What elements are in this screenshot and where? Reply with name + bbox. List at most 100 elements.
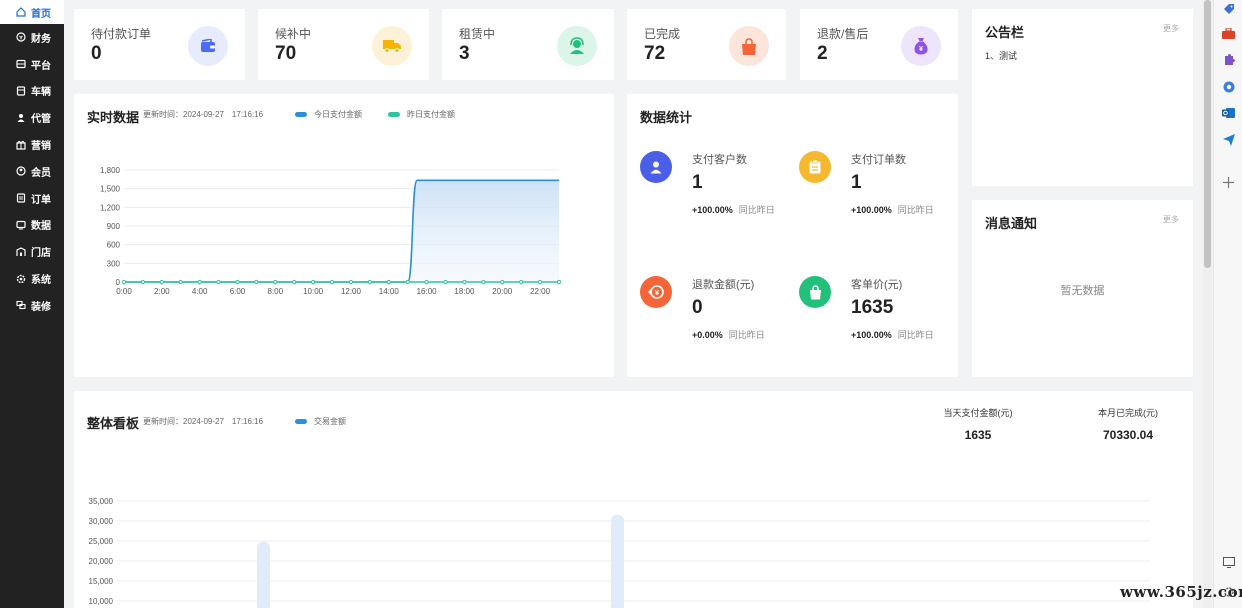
yesterday-point[interactable] (140, 279, 146, 285)
messages-card: 消息通知 更多 暂无数据 (972, 200, 1193, 377)
scrollbar-thumb[interactable] (1204, 0, 1211, 268)
x-tick-label: 12:00 (341, 287, 362, 296)
page-scrollbar[interactable] (1203, 0, 1212, 608)
messages-empty-text: 暂无数据 (1060, 285, 1105, 297)
yesterday-point[interactable] (500, 279, 505, 285)
x-tick-label: 16:00 (417, 287, 438, 296)
data-stat-compare: 同比昨日 (728, 330, 765, 340)
overview-card: 整体看板 更新时间：2024-09-27 17:16:16 交易金额 当天支付金… (74, 391, 1193, 608)
yesterday-point[interactable] (443, 279, 448, 285)
realtime-line-chart[interactable]: 0 300 600 900 1,200 1,500 1,800 0:00 2:00 4:00 6:0… (74, 94, 614, 377)
circle-icon[interactable] (1222, 80, 1235, 93)
stat-label: 租赁中 (459, 27, 496, 41)
sidebar-item-label: 财务 (31, 33, 51, 45)
yesterday-point[interactable] (273, 279, 278, 285)
x-tick-label: 18:00 (454, 287, 475, 296)
sidebar-item-8[interactable]: 订单 (0, 185, 64, 212)
x-tick-label: 6:00 (230, 287, 246, 296)
stat-label: 待付款订单 (91, 27, 152, 41)
notice-more-link[interactable]: 更多 (1163, 23, 1179, 34)
yesterday-point[interactable] (556, 279, 562, 285)
store-icon (16, 247, 26, 257)
yesterday-point[interactable] (537, 279, 543, 285)
stat-card-3[interactable]: 租赁中 3 (442, 9, 614, 80)
notice-item[interactable]: 1、测试 (985, 49, 1017, 62)
yesterday-point[interactable] (386, 279, 391, 285)
yesterday-point[interactable] (481, 279, 486, 285)
trade-amount-bar[interactable] (257, 541, 270, 608)
plane-icon[interactable] (1222, 133, 1235, 146)
yesterday-point[interactable] (462, 279, 467, 285)
sidebar-item-12[interactable]: 装修 (0, 292, 64, 319)
yesterday-point[interactable] (405, 279, 410, 285)
data-stat-label: 退款金额(元) (692, 279, 755, 291)
yesterday-point[interactable] (254, 279, 259, 285)
yesterday-point[interactable] (292, 279, 297, 285)
screen-icon[interactable] (1222, 556, 1235, 569)
wallet-icon (188, 26, 228, 66)
sidebar-item-3[interactable]: 平台 (0, 51, 64, 78)
yesterday-point[interactable] (329, 279, 335, 285)
y-tick-label: 1,500 (100, 185, 121, 194)
sidebar-item-2[interactable]: 财务 (0, 24, 64, 51)
y-tick-label: 0 (116, 278, 121, 287)
user-icon (640, 151, 672, 183)
y-tick-label: 1,200 (100, 203, 121, 212)
custody-icon (16, 113, 26, 123)
truck-icon (372, 26, 412, 66)
data-stat-compare: 同比昨日 (897, 205, 934, 215)
yesterday-point[interactable] (519, 279, 524, 285)
plus-icon[interactable] (1222, 176, 1235, 189)
stat-card-5[interactable]: 退款/售后 2 ¥ (800, 9, 958, 80)
y-tick-label: 15,000 (89, 577, 114, 586)
yesterday-point[interactable] (367, 279, 372, 285)
trade-amount-bar[interactable] (611, 514, 624, 608)
yesterday-point[interactable] (311, 279, 316, 285)
sidebar-item-label: 门店 (31, 248, 51, 260)
y-tick-label: 600 (107, 241, 121, 250)
sidebar-item-9[interactable]: 数据 (0, 212, 64, 239)
sidebar-item-label: 平台 (31, 60, 51, 72)
svg-text:¥: ¥ (919, 46, 923, 53)
yesterday-point[interactable] (178, 279, 183, 285)
sidebar-item-11[interactable]: 系统 (0, 265, 64, 292)
yesterday-point[interactable] (159, 279, 164, 285)
realtime-data-card: 实时数据 更新时间：2024-09-27 17:16:16 今日支付金额 昨日支… (74, 94, 614, 377)
stat-label: 已完成 (644, 27, 681, 41)
sidebar-item-6[interactable]: 营销 (0, 131, 64, 158)
yesterday-point[interactable] (197, 279, 202, 285)
sidebar: 首页财务平台车辆 代管 营销 会员 订单 数据门店系统装修 (0, 0, 64, 608)
sidebar-item-4[interactable]: 车辆 (0, 78, 64, 105)
y-tick-label: 25,000 (89, 537, 114, 546)
stat-card-2[interactable]: 候补中 70 (258, 9, 429, 80)
decorate-icon (16, 300, 26, 310)
member-icon (16, 166, 26, 176)
data-stat-label: 客单价(元) (851, 279, 903, 291)
x-tick-label: 10:00 (303, 287, 324, 296)
toolbox-icon[interactable] (1222, 27, 1235, 40)
sidebar-item-1[interactable]: 首页 (0, 0, 64, 24)
sidebar-item-10[interactable]: 门店 (0, 238, 64, 265)
overview-bar-chart[interactable]: 10,000 15,000 20,000 25,000 30,000 35,000 (74, 391, 1193, 608)
sidebar-item-5[interactable]: 代管 (0, 104, 64, 131)
messages-more-link[interactable]: 更多 (1163, 214, 1179, 225)
order-icon (16, 193, 26, 203)
sidebar-item-7[interactable]: 会员 (0, 158, 64, 185)
yesterday-point[interactable] (348, 279, 354, 285)
notice-title: 公告栏 (985, 25, 1025, 40)
yesterday-point[interactable] (216, 279, 221, 285)
sidebar-item-label: 系统 (31, 275, 51, 287)
y-tick-label: 30,000 (89, 517, 114, 526)
stat-label: 候补中 (275, 27, 312, 41)
data-stat-value: 1635 (851, 297, 894, 318)
data-stat-change-value: +0.00% (692, 330, 723, 340)
yesterday-point[interactable] (424, 279, 429, 285)
tag-icon[interactable] (1222, 2, 1235, 15)
bag-icon (799, 276, 831, 308)
outlook-icon[interactable] (1222, 106, 1235, 119)
stat-card-1[interactable]: 待付款订单 0 (74, 9, 245, 80)
yesterday-point[interactable] (121, 279, 127, 285)
stat-card-4[interactable]: 已完成 72 (627, 9, 786, 80)
yesterday-point[interactable] (235, 279, 240, 285)
puzzle-icon[interactable] (1222, 53, 1235, 66)
